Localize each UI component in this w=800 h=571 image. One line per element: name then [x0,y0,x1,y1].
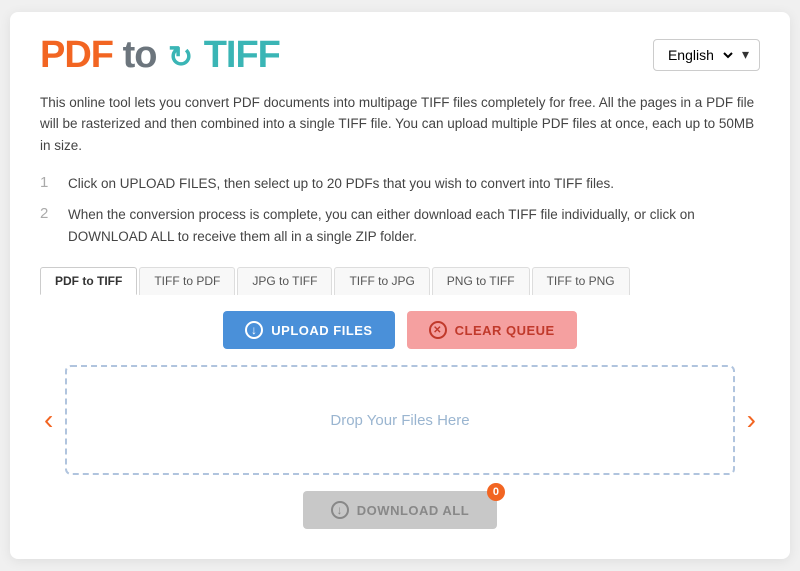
tab-pdf-to-tiff[interactable]: PDF to TIFF [40,267,137,295]
upload-button[interactable]: UPLOAD FILES [223,311,394,349]
download-label: DOWNLOAD ALL [357,503,469,518]
tab-jpg-to-tiff[interactable]: JPG to TIFF [237,267,332,295]
clear-icon [429,321,447,339]
clear-label: CLEAR QUEUE [455,323,555,338]
download-icon [331,501,349,519]
step-2-number: 2 [40,205,56,222]
drop-area-wrapper: ‹ Drop Your Files Here › [40,365,760,475]
step-2: 2 When the conversion process is complet… [40,204,760,247]
chevron-down-icon: ▾ [742,46,749,63]
next-arrow-button[interactable]: › [743,406,760,434]
header: PDF to ↻ TIFF English Spanish French Ger… [40,36,760,74]
drop-zone[interactable]: Drop Your Files Here [65,365,734,475]
description-text: This online tool lets you convert PDF do… [40,92,760,157]
logo: PDF to ↻ TIFF [40,36,280,74]
prev-arrow-button[interactable]: ‹ [40,406,57,434]
tab-png-to-tiff[interactable]: PNG to TIFF [432,267,530,295]
step-2-text: When the conversion process is complete,… [68,204,760,247]
logo-pdf: PDF [40,34,113,76]
action-bar: UPLOAD FILES CLEAR QUEUE [40,311,760,349]
download-all-button[interactable]: DOWNLOAD ALL 0 [303,491,497,529]
clear-queue-button[interactable]: CLEAR QUEUE [407,311,577,349]
language-selector[interactable]: English Spanish French German Chinese ▾ [653,39,760,71]
step-1-text: Click on UPLOAD FILES, then select up to… [68,173,614,195]
download-bar: DOWNLOAD ALL 0 [40,491,760,529]
download-badge: 0 [487,483,505,501]
logo-tiff: TIFF [204,34,280,76]
tab-tiff-to-png[interactable]: TIFF to PNG [532,267,630,295]
main-card: PDF to ↻ TIFF English Spanish French Ger… [10,12,790,560]
upload-icon [245,321,263,339]
logo-arrow-icon: ↻ [168,43,192,73]
language-dropdown[interactable]: English Spanish French German Chinese [664,46,736,64]
steps-list: 1 Click on UPLOAD FILES, then select up … [40,173,760,248]
tab-tiff-to-pdf[interactable]: TIFF to PDF [139,267,235,295]
drop-placeholder: Drop Your Files Here [330,412,469,429]
step-1: 1 Click on UPLOAD FILES, then select up … [40,173,760,195]
step-1-number: 1 [40,174,56,191]
logo-to: to [123,34,157,76]
upload-label: UPLOAD FILES [271,323,372,338]
tab-tiff-to-jpg[interactable]: TIFF to JPG [334,267,429,295]
tab-bar: PDF to TIFF TIFF to PDF JPG to TIFF TIFF… [40,267,760,295]
